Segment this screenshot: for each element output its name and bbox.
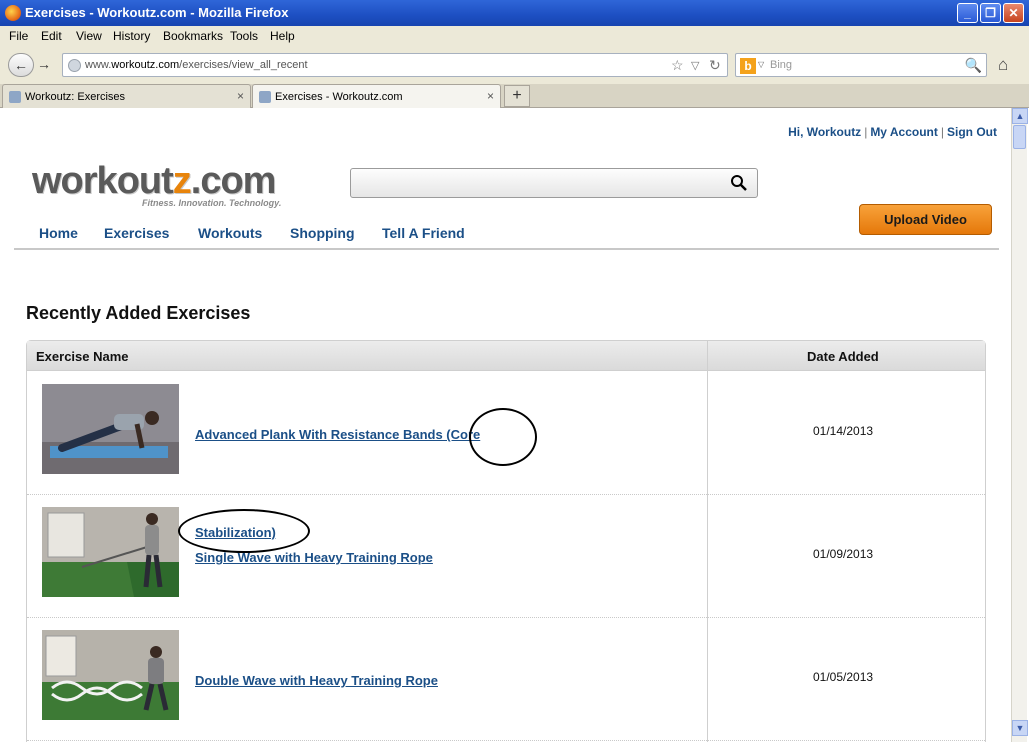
sign-out-link[interactable]: Sign Out xyxy=(947,125,997,139)
site-tagline: Fitness. Innovation. Technology. xyxy=(142,198,282,208)
date-added: 01/14/2013 xyxy=(813,424,874,438)
menu-help[interactable]: Help xyxy=(270,29,295,43)
nav-shopping[interactable]: Shopping xyxy=(290,225,355,241)
tab-workoutz-exercises[interactable]: Workoutz: Exercises × xyxy=(2,84,251,108)
home-icon[interactable]: ⌂ xyxy=(998,55,1008,75)
my-account-link[interactable]: My Account xyxy=(870,125,938,139)
upload-video-button[interactable]: Upload Video xyxy=(859,204,992,235)
date-added: 01/05/2013 xyxy=(813,670,874,684)
menu-bar: File Edit View History Bookmarks Tools H… xyxy=(0,26,1029,46)
window-titlebar: Exercises - Workoutz.com - Mozilla Firef… xyxy=(0,0,1029,26)
search-icon[interactable]: 🔍 xyxy=(965,57,982,74)
navigation-toolbar: ← → www.workoutz.com/exercises/view_all_… xyxy=(0,46,1029,84)
search-placeholder: Bing xyxy=(770,59,793,71)
exercise-thumbnail[interactable] xyxy=(42,630,179,720)
column-header-date[interactable]: Date Added xyxy=(807,349,879,364)
back-icon[interactable]: ← xyxy=(8,53,34,77)
scrollbar-thumb[interactable] xyxy=(1013,125,1026,149)
date-added: 01/09/2013 xyxy=(813,547,874,561)
reload-icon[interactable]: ↻ xyxy=(709,57,721,74)
history-dropdown-icon[interactable]: ▽ xyxy=(691,59,699,72)
forward-icon[interactable]: → xyxy=(33,53,55,77)
address-bar[interactable]: www.workoutz.com/exercises/view_all_rece… xyxy=(62,53,728,77)
annotation-circle xyxy=(178,509,310,553)
exercise-link-advanced-plank[interactable]: Advanced Plank With Resistance Bands (Co… xyxy=(195,427,480,442)
search-icon[interactable] xyxy=(730,174,748,197)
exercise-thumbnail[interactable] xyxy=(42,507,179,597)
menu-view[interactable]: View xyxy=(76,29,102,43)
menu-edit[interactable]: Edit xyxy=(41,29,62,43)
site-search-input[interactable] xyxy=(350,168,758,198)
search-engine-box[interactable]: b ▽ Bing 🔍 xyxy=(735,53,987,77)
exercises-table: Exercise Name Date Added Advanced Plank … xyxy=(26,340,986,742)
annotation-circle xyxy=(469,408,537,466)
menu-bookmarks[interactable]: Bookmarks xyxy=(163,29,223,43)
page-favicon-icon xyxy=(9,91,21,103)
vertical-scrollbar[interactable]: ▲ ▼ xyxy=(1011,108,1028,742)
user-links: Hi, Workoutz | My Account | Sign Out xyxy=(788,125,997,139)
scroll-down-icon[interactable]: ▼ xyxy=(1012,720,1028,736)
firefox-logo-icon xyxy=(5,5,21,21)
tab-strip: Workoutz: Exercises × Exercises - Workou… xyxy=(0,84,1029,108)
bookmark-star-icon[interactable]: ☆ xyxy=(671,57,684,74)
page-title: Recently Added Exercises xyxy=(26,303,251,323)
nav-home[interactable]: Home xyxy=(39,225,78,241)
close-tab-icon[interactable]: × xyxy=(237,89,244,103)
page-favicon-icon xyxy=(259,91,271,103)
exercise-link-double-wave[interactable]: Double Wave with Heavy Training Rope xyxy=(195,673,438,688)
tab-exercises-workoutz[interactable]: Exercises - Workoutz.com × xyxy=(252,84,501,108)
column-header-name[interactable]: Exercise Name xyxy=(36,349,129,364)
close-tab-icon[interactable]: × xyxy=(487,89,494,103)
site-identity-icon[interactable] xyxy=(68,59,81,72)
tab-label: Workoutz: Exercises xyxy=(25,91,126,103)
greeting-link[interactable]: Hi, Workoutz xyxy=(788,125,861,139)
table-header: Exercise Name Date Added xyxy=(27,341,985,371)
window-title: Exercises - Workoutz.com - Mozilla Firef… xyxy=(25,5,289,20)
menu-tools[interactable]: Tools xyxy=(230,29,258,43)
tab-label: Exercises - Workoutz.com xyxy=(275,91,403,103)
table-row: Double Wave with Heavy Training Rope 01/… xyxy=(27,618,985,741)
nav-workouts[interactable]: Workouts xyxy=(198,225,262,241)
engine-dropdown-icon[interactable]: ▽ xyxy=(758,60,764,69)
page-content: Hi, Workoutz | My Account | Sign Out workout… xyxy=(0,108,1011,742)
new-tab-button[interactable]: + xyxy=(504,85,530,107)
nav-tell-a-friend[interactable]: Tell A Friend xyxy=(382,225,465,241)
nav-exercises[interactable]: Exercises xyxy=(104,225,169,241)
site-logo[interactable]: workoutz.com xyxy=(32,160,276,203)
menu-file[interactable]: File xyxy=(9,29,28,43)
table-row: Advanced Plank With Resistance Bands (Co… xyxy=(27,372,985,495)
close-window-button[interactable]: ✕ xyxy=(1003,3,1024,23)
exercise-thumbnail[interactable] xyxy=(42,384,179,474)
scroll-up-icon[interactable]: ▲ xyxy=(1012,108,1028,124)
table-row: Stabilization) Single Wave with Heavy Tr… xyxy=(27,495,985,618)
minimize-button[interactable]: _ xyxy=(957,3,978,23)
address-url[interactable]: www.workoutz.com/exercises/view_all_rece… xyxy=(85,59,308,71)
menu-history[interactable]: History xyxy=(113,29,150,43)
restore-button[interactable]: ❐ xyxy=(980,3,1001,23)
separator: | xyxy=(940,125,944,139)
nav-divider xyxy=(14,248,999,250)
bing-icon[interactable]: b xyxy=(740,58,756,74)
separator: | xyxy=(864,125,868,139)
